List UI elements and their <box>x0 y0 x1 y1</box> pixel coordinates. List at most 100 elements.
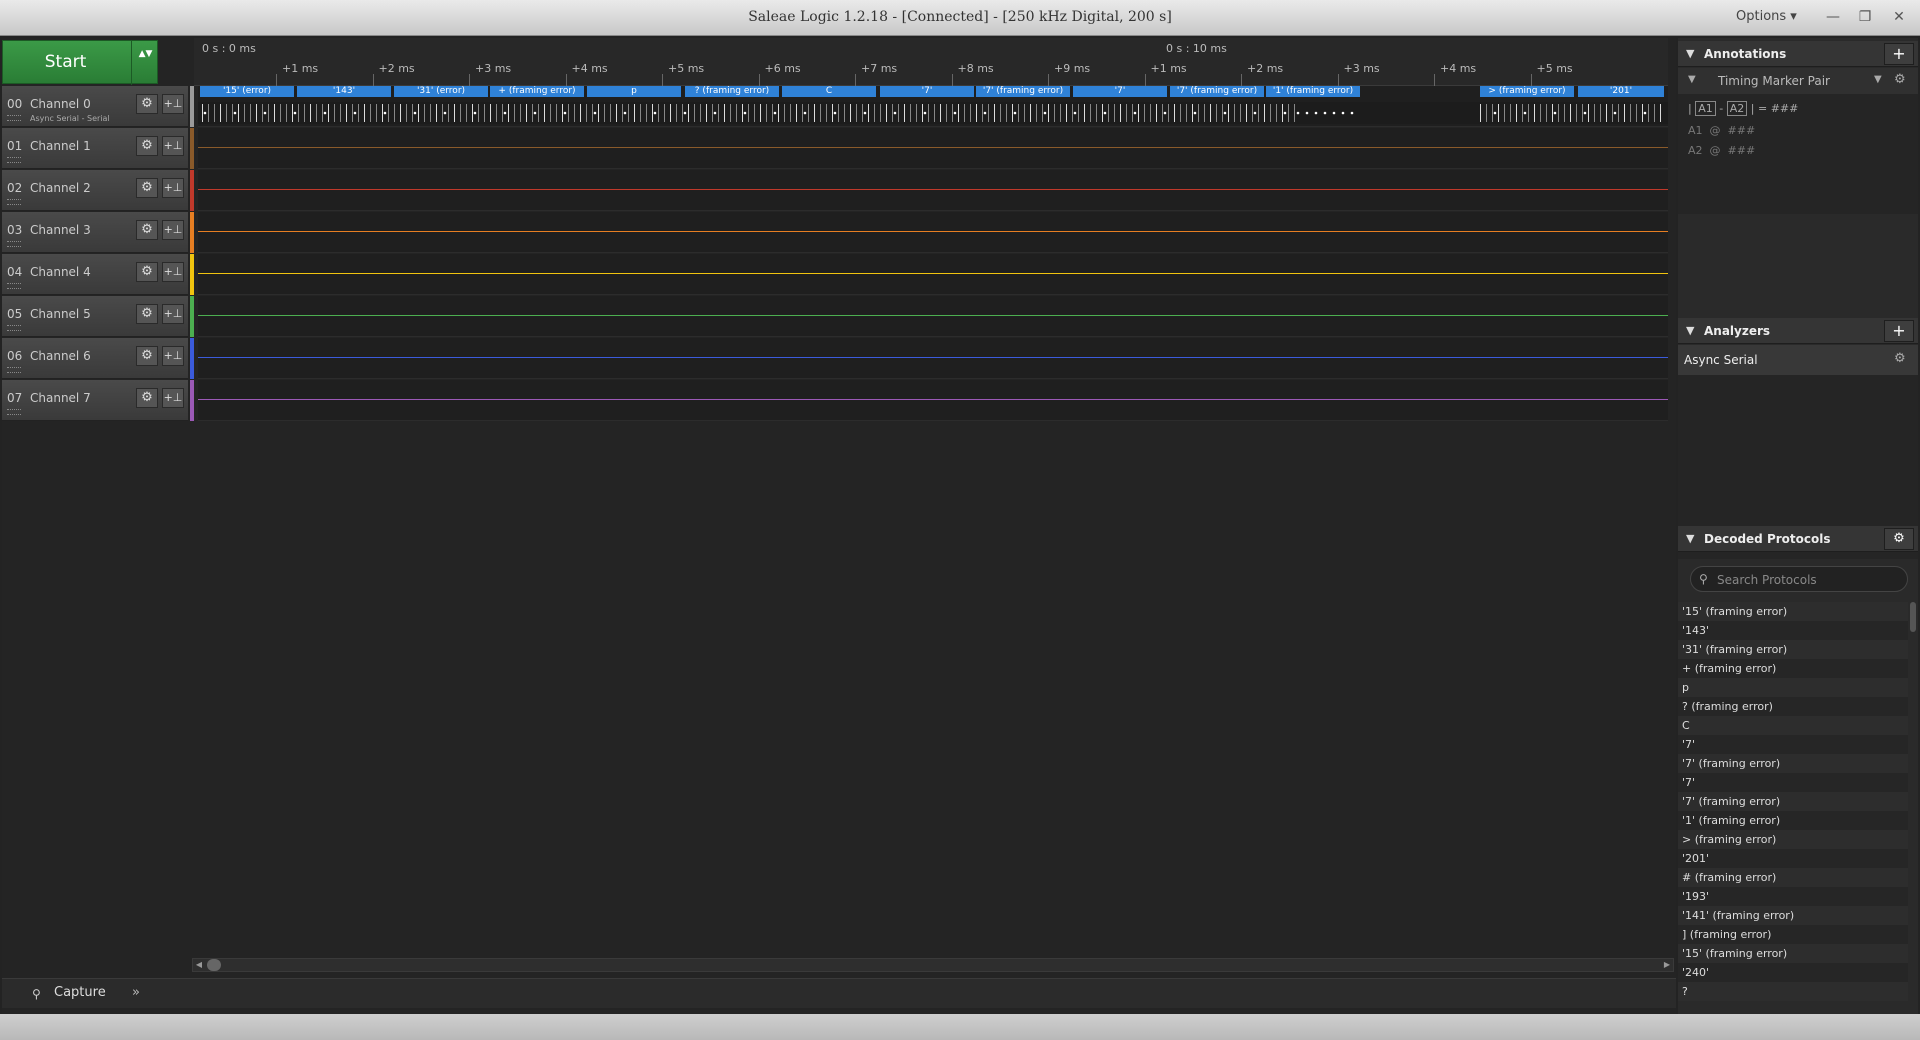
channel-settings-gear-icon[interactable]: ⚙ <box>136 262 158 282</box>
search-protocols-input[interactable]: ⚲ Search Protocols <box>1690 566 1908 592</box>
decoded-frame-box[interactable]: '7' (framing error) <box>976 86 1070 97</box>
decoded-protocol-item[interactable]: '31' (framing error) <box>1678 640 1908 659</box>
drag-grip-icon[interactable] <box>7 325 21 331</box>
restore-button[interactable]: ❐ <box>1852 6 1878 28</box>
decoded-protocol-item[interactable]: '7' (framing error) <box>1678 754 1908 773</box>
decoded-frame-box[interactable]: > (framing error) <box>1480 86 1574 97</box>
channel-trace-05[interactable] <box>198 296 1668 337</box>
add-trigger-icon[interactable]: +⊥ <box>162 262 184 282</box>
expand-chevron-icon[interactable]: » <box>132 985 140 1000</box>
marker-a2-chip[interactable]: A2 <box>1726 101 1748 116</box>
timing-marker-pair-row[interactable]: ▼ Timing Marker Pair ▼ ⚙ <box>1678 68 1918 94</box>
channel-row-02[interactable]: 02 Channel 2 ⚙ +⊥ <box>2 170 188 211</box>
decoded-frame-box[interactable]: '7' <box>1073 86 1167 97</box>
channel-row-07[interactable]: 07 Channel 7 ⚙ +⊥ <box>2 380 188 421</box>
channel-settings-gear-icon[interactable]: ⚙ <box>136 346 158 366</box>
options-menu[interactable]: Options ▾ <box>1736 9 1797 24</box>
decoded-frame-box[interactable]: '15' (error) <box>200 86 294 97</box>
channel-name[interactable]: Channel 3 <box>30 223 91 237</box>
drag-grip-icon[interactable] <box>7 199 21 205</box>
channel-trace-07[interactable] <box>198 380 1668 421</box>
channel-row-00[interactable]: 00 Channel 0 Async Serial - Serial ⚙ +⊥ <box>2 86 188 127</box>
channel-settings-gear-icon[interactable]: ⚙ <box>136 304 158 324</box>
decoded-protocol-item[interactable]: ? (framing error) <box>1678 697 1908 716</box>
decoded-frame-box[interactable]: '201' <box>1578 86 1664 97</box>
drag-grip-icon[interactable] <box>7 283 21 289</box>
decoded-protocol-item[interactable]: '7' <box>1678 773 1908 792</box>
decoded-protocol-item[interactable]: '7' (framing error) <box>1678 792 1908 811</box>
decoded-protocols-header[interactable]: ▼ Decoded Protocols ⚙ <box>1678 526 1918 552</box>
channel-name[interactable]: Channel 6 <box>30 349 91 363</box>
decoded-protocol-item[interactable]: C <box>1678 716 1908 735</box>
close-button[interactable]: ✕ <box>1886 6 1912 28</box>
add-trigger-icon[interactable]: +⊥ <box>162 388 184 408</box>
collapse-triangle-icon[interactable]: ▼ <box>1686 532 1694 545</box>
channel-row-01[interactable]: 01 Channel 1 ⚙ +⊥ <box>2 128 188 169</box>
add-trigger-icon[interactable]: +⊥ <box>162 94 184 114</box>
add-trigger-icon[interactable]: +⊥ <box>162 346 184 366</box>
marker-gear-icon[interactable]: ⚙ <box>1894 72 1906 87</box>
add-trigger-icon[interactable]: +⊥ <box>162 178 184 198</box>
channel-trace-03[interactable] <box>198 212 1668 253</box>
channel-settings-gear-icon[interactable]: ⚙ <box>136 94 158 114</box>
analyzer-gear-icon[interactable]: ⚙ <box>1894 351 1906 366</box>
channel-trace-06[interactable] <box>198 338 1668 379</box>
minimize-button[interactable]: — <box>1820 6 1846 28</box>
decoded-frame-box[interactable]: + (framing error) <box>490 86 584 97</box>
channel-name[interactable]: Channel 4 <box>30 265 91 279</box>
decoded-protocol-item[interactable]: ? <box>1678 982 1908 1001</box>
channel-trace-04[interactable] <box>198 254 1668 295</box>
decoded-protocol-item[interactable]: # (framing error) <box>1678 868 1908 887</box>
time-ruler[interactable]: 0 s : 0 ms 0 s : 10 ms +1 ms +2 ms +3 ms +4… <box>194 38 1668 86</box>
channel-settings-gear-icon[interactable]: ⚙ <box>136 178 158 198</box>
drag-grip-icon[interactable] <box>7 241 21 247</box>
channel-name[interactable]: Channel 0 <box>30 97 91 111</box>
decoded-protocol-item[interactable]: '15' (framing error) <box>1678 944 1908 963</box>
channel-name[interactable]: Channel 7 <box>30 391 91 405</box>
decoded-protocol-item[interactable]: + (framing error) <box>1678 659 1908 678</box>
decoded-protocol-item[interactable]: '201' <box>1678 849 1908 868</box>
channel-row-03[interactable]: 03 Channel 3 ⚙ +⊥ <box>2 212 188 253</box>
decoded-protocol-item[interactable]: ] (framing error) <box>1678 925 1908 944</box>
channel-name[interactable]: Channel 5 <box>30 307 91 321</box>
add-trigger-icon[interactable]: +⊥ <box>162 304 184 324</box>
decoded-frame-box[interactable]: '7' <box>880 86 974 97</box>
decoded-protocol-item[interactable]: '143' <box>1678 621 1908 640</box>
start-button[interactable]: Start ▲▼ <box>2 40 159 85</box>
decoded-frame-box[interactable]: '1' (framing error) <box>1266 86 1360 97</box>
capture-tab[interactable]: Capture <box>54 985 106 1000</box>
collapse-triangle-icon[interactable]: ▼ <box>1686 324 1694 337</box>
decoded-protocol-item[interactable]: '240' <box>1678 963 1908 982</box>
decoded-protocol-item[interactable]: '141' (framing error) <box>1678 906 1908 925</box>
drag-grip-icon[interactable] <box>7 157 21 163</box>
decoded-protocols-gear-icon[interactable]: ⚙ <box>1884 528 1914 550</box>
scroll-thumb[interactable] <box>207 959 221 971</box>
decoded-frame-box[interactable]: C <box>782 86 876 97</box>
analyzer-item[interactable]: Async Serial ⚙ <box>1678 345 1918 375</box>
decoded-frame-box[interactable]: '143' <box>297 86 391 97</box>
add-analyzer-button[interactable]: + <box>1884 320 1914 342</box>
protocols-scrollbar[interactable] <box>1910 602 1916 632</box>
channel-name[interactable]: Channel 2 <box>30 181 91 195</box>
decoded-protocol-item[interactable]: '15' (framing error) <box>1678 602 1908 621</box>
channel-settings-gear-icon[interactable]: ⚙ <box>136 388 158 408</box>
channel-row-05[interactable]: 05 Channel 5 ⚙ +⊥ <box>2 296 188 337</box>
channel-trace-02[interactable] <box>198 170 1668 211</box>
channel-row-06[interactable]: 06 Channel 6 ⚙ +⊥ <box>2 338 188 379</box>
marker-a1-chip[interactable]: A1 <box>1695 101 1716 116</box>
channel-settings-gear-icon[interactable]: ⚙ <box>136 220 158 240</box>
decoded-frame-box[interactable]: p <box>587 86 681 97</box>
decoded-protocol-item[interactable]: '193' <box>1678 887 1908 906</box>
analyzers-header[interactable]: ▼ Analyzers + <box>1678 318 1918 344</box>
channel-settings-gear-icon[interactable]: ⚙ <box>136 136 158 156</box>
marker-dropdown-icon[interactable]: ▼ <box>1874 74 1882 85</box>
annotations-header[interactable]: ▼ Annotations + <box>1678 41 1918 67</box>
add-trigger-icon[interactable]: +⊥ <box>162 136 184 156</box>
decoded-frame-box[interactable]: '31' (error) <box>394 86 488 97</box>
start-options-arrows[interactable]: ▲▼ <box>131 41 159 85</box>
decoded-protocols-list[interactable]: '15' (framing error) '143' '31' (framing e… <box>1678 602 1908 1001</box>
horizontal-scrollbar[interactable]: ◀ ▶ <box>192 958 1674 972</box>
add-annotation-button[interactable]: + <box>1884 43 1914 65</box>
channel-row-04[interactable]: 04 Channel 4 ⚙ +⊥ <box>2 254 188 295</box>
drag-grip-icon[interactable] <box>7 115 21 121</box>
